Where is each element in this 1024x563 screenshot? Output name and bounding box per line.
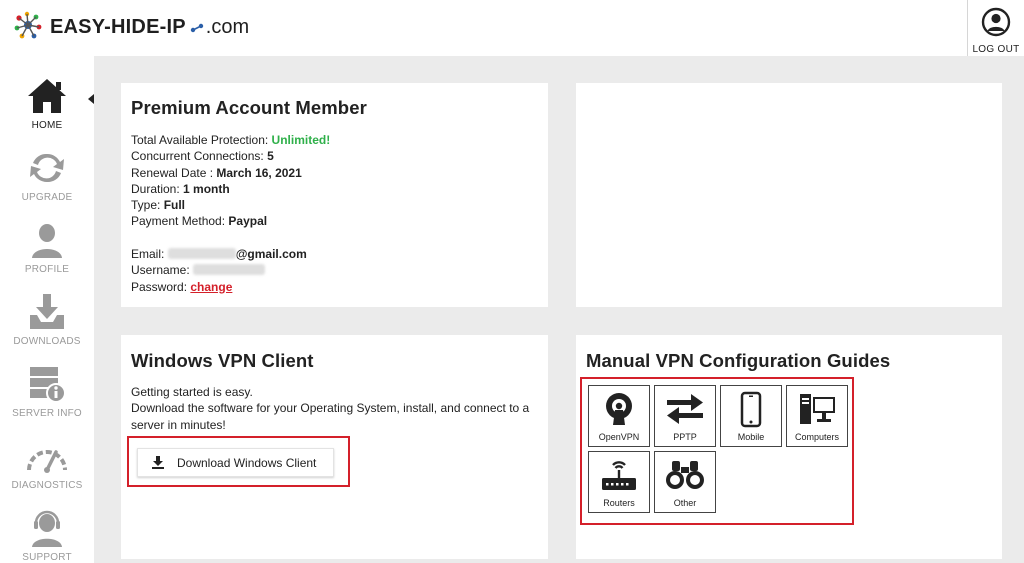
sidebar-item-label: DIAGNOSTICS (11, 480, 83, 491)
renewal-row: Renewal Date : March 16, 2021 (131, 165, 302, 180)
sidebar-item-diagnostics[interactable]: DIAGNOSTICS (0, 436, 94, 508)
connections-value: 5 (267, 149, 274, 164)
refresh-icon (30, 153, 64, 183)
gauge-icon (27, 450, 67, 473)
logo-text: EASY-HIDE-IP (50, 15, 186, 38)
change-password-link[interactable]: change (190, 280, 232, 294)
download-highlight-box: Download Windows Client (127, 436, 350, 487)
guide-other[interactable]: Other (654, 451, 716, 513)
account-title: Premium Account Member (131, 97, 367, 118)
download-windows-client-button[interactable]: Download Windows Client (137, 448, 334, 477)
mobile-icon (740, 391, 762, 428)
router-icon (602, 461, 636, 490)
user-icon (32, 224, 62, 258)
logout-button[interactable]: LOG OUT (967, 0, 1024, 56)
sidebar-item-label: UPGRADE (21, 192, 73, 203)
guides-highlight-box: OpenVPN PPTP Mobile Computers Routers Ot… (580, 377, 854, 525)
account-details: Total Available Protection: Unlimited! C… (131, 132, 330, 295)
sidebar-item-label: PROFILE (24, 264, 70, 275)
guide-computers[interactable]: Computers (786, 385, 848, 447)
windows-client-title: Windows VPN Client (131, 350, 314, 371)
server-info-icon (30, 367, 66, 403)
redacted-email (167, 248, 236, 260)
sidebar-item-support[interactable]: SUPPORT (0, 508, 94, 563)
top-header: EASY-HIDE-IP .com LOG OUT (0, 0, 1024, 56)
guide-openvpn[interactable]: OpenVPN (588, 385, 650, 447)
sidebar-item-label: SUPPORT (22, 552, 72, 563)
active-indicator (88, 94, 94, 104)
sidebar-item-label: HOME (31, 120, 63, 131)
duration-value: 1 month (183, 181, 230, 196)
protection-value: Unlimited! (271, 133, 331, 147)
swap-arrows-icon (667, 394, 703, 424)
email-domain: @gmail.com (235, 247, 307, 262)
renewal-value: March 16, 2021 (216, 165, 302, 180)
protection-row: Total Available Protection: Unlimited! (131, 133, 331, 147)
connections-row: Concurrent Connections: 5 (131, 149, 274, 164)
windows-client-text: Getting started is easy. Download the so… (131, 385, 530, 432)
sidebar-item-upgrade[interactable]: UPGRADE (0, 148, 94, 220)
password-row: Password: change (131, 279, 233, 294)
type-row: Type: Full (131, 198, 186, 213)
openvpn-icon (606, 393, 632, 425)
sidebar-item-downloads[interactable]: DOWNLOADS (0, 292, 94, 364)
logo-mark-icon (14, 11, 42, 39)
guides-title: Manual VPN Configuration Guides (586, 350, 891, 371)
brand-logo[interactable]: EASY-HIDE-IP .com (12, 9, 249, 45)
sidebar-item-label: DOWNLOADS (13, 336, 81, 347)
payment-row: Payment Method: Paypal (131, 214, 268, 229)
logout-label: LOG OUT (972, 44, 1020, 55)
headset-icon (32, 510, 62, 547)
guides-card: Manual VPN Configuration Guides OpenVPN … (576, 335, 1002, 559)
logo-connector-icon (190, 23, 203, 33)
redacted-username (193, 264, 266, 276)
guide-mobile[interactable]: Mobile (720, 385, 782, 447)
user-circle-icon (981, 7, 1011, 37)
email-row: Email: @gmail.com (131, 247, 307, 262)
type-value: Full (163, 198, 186, 213)
payment-value: Paypal (228, 214, 268, 229)
sidebar: HOME UPGRADE PROFILE DOWNLOADS SERVER IN… (0, 56, 94, 563)
username-row: Username: (131, 262, 330, 278)
guide-routers[interactable]: Routers (588, 451, 650, 513)
computer-icon (800, 394, 835, 424)
empty-panel (576, 83, 1002, 307)
sidebar-item-server-info[interactable]: SERVER INFO (0, 364, 94, 436)
sidebar-item-label: SERVER INFO (12, 408, 82, 419)
sidebar-item-home[interactable]: HOME (0, 76, 94, 148)
logo-suffix: .com (205, 15, 250, 38)
windows-client-card: Windows VPN Client Getting started is ea… (121, 335, 548, 559)
account-card: Premium Account Member Total Available P… (121, 83, 548, 307)
download-tray-icon (30, 294, 64, 329)
sidebar-item-profile[interactable]: PROFILE (0, 220, 94, 292)
duration-row: Duration: 1 month (131, 181, 230, 196)
binoculars-icon (666, 461, 704, 489)
guide-pptp[interactable]: PPTP (654, 385, 716, 447)
home-icon (28, 79, 66, 113)
download-icon (152, 456, 164, 469)
